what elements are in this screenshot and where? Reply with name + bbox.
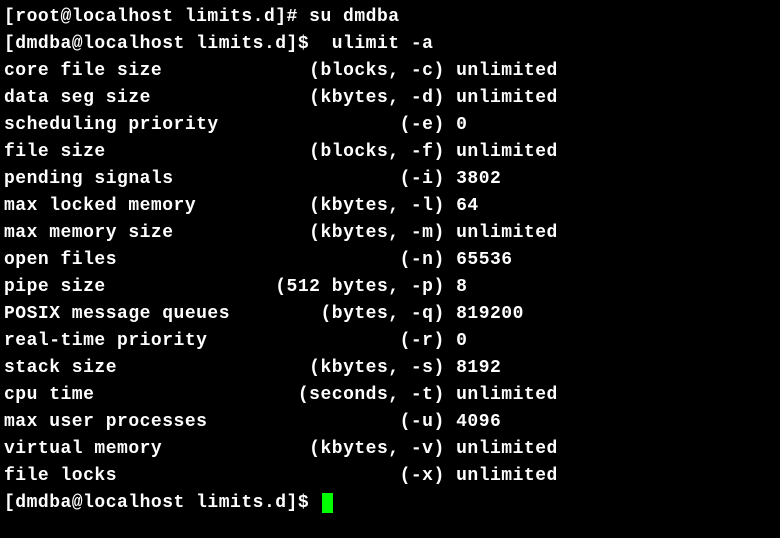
limit-value: 8 <box>456 277 467 297</box>
limit-spec: (512 bytes, -p) <box>230 277 445 297</box>
limit-row: scheduling priority (-e) 0 <box>4 112 776 139</box>
limit-value: 4096 <box>456 412 501 432</box>
limit-name: POSIX message queues <box>4 304 230 324</box>
cursor-icon <box>322 493 333 513</box>
limit-value: 0 <box>456 115 467 135</box>
limit-name: open files <box>4 250 230 270</box>
prompt-line-3[interactable]: [dmdba@localhost limits.d]$ <box>4 490 776 517</box>
limit-name: data seg size <box>4 88 230 108</box>
limit-spec: (kbytes, -l) <box>230 196 445 216</box>
limit-spec: (-r) <box>230 331 445 351</box>
limit-row: pipe size (512 bytes, -p) 8 <box>4 274 776 301</box>
prompt-3: [dmdba@localhost limits.d]$ <box>4 493 320 513</box>
limit-name: file locks <box>4 466 230 486</box>
prompt-2: [dmdba@localhost limits.d]$ ulimit -a <box>4 34 433 54</box>
limit-name: max memory size <box>4 223 230 243</box>
limit-name: stack size <box>4 358 230 378</box>
limit-row: real-time priority (-r) 0 <box>4 328 776 355</box>
limit-spec: (-n) <box>230 250 445 270</box>
limit-value: 3802 <box>456 169 501 189</box>
limit-name: file size <box>4 142 230 162</box>
limit-value: 819200 <box>456 304 524 324</box>
limit-row: file locks (-x) unlimited <box>4 463 776 490</box>
limit-row: virtual memory (kbytes, -v) unlimited <box>4 436 776 463</box>
limit-spec: (blocks, -c) <box>230 61 445 81</box>
limit-name: pipe size <box>4 277 230 297</box>
prompt-1: [root@localhost limits.d]# su dmdba <box>4 7 400 27</box>
limit-name: scheduling priority <box>4 115 230 135</box>
limit-name: cpu time <box>4 385 230 405</box>
limit-value: unlimited <box>456 439 558 459</box>
limit-name: core file size <box>4 61 230 81</box>
limit-value: 64 <box>456 196 479 216</box>
limit-spec: (seconds, -t) <box>230 385 445 405</box>
limit-value: unlimited <box>456 385 558 405</box>
limit-row: core file size (blocks, -c) unlimited <box>4 58 776 85</box>
limit-row: file size (blocks, -f) unlimited <box>4 139 776 166</box>
limit-value: unlimited <box>456 88 558 108</box>
limit-row: max user processes (-u) 4096 <box>4 409 776 436</box>
limit-spec: (kbytes, -v) <box>230 439 445 459</box>
limit-value: 65536 <box>456 250 513 270</box>
limit-value: 8192 <box>456 358 501 378</box>
limit-row: cpu time (seconds, -t) unlimited <box>4 382 776 409</box>
limit-spec: (bytes, -q) <box>230 304 445 324</box>
limit-value: 0 <box>456 331 467 351</box>
limit-value: unlimited <box>456 61 558 81</box>
limit-spec: (-i) <box>230 169 445 189</box>
limit-name: real-time priority <box>4 331 230 351</box>
limit-row: stack size (kbytes, -s) 8192 <box>4 355 776 382</box>
limit-row: POSIX message queues (bytes, -q) 819200 <box>4 301 776 328</box>
limit-name: virtual memory <box>4 439 230 459</box>
prompt-line-1: [root@localhost limits.d]# su dmdba <box>4 4 776 31</box>
limit-spec: (kbytes, -d) <box>230 88 445 108</box>
limit-spec: (-x) <box>230 466 445 486</box>
limit-name: max user processes <box>4 412 230 432</box>
limit-row: open files (-n) 65536 <box>4 247 776 274</box>
limit-spec: (blocks, -f) <box>230 142 445 162</box>
limit-value: unlimited <box>456 466 558 486</box>
limit-spec: (kbytes, -m) <box>230 223 445 243</box>
limit-name: pending signals <box>4 169 230 189</box>
limit-spec: (kbytes, -s) <box>230 358 445 378</box>
limit-row: pending signals (-i) 3802 <box>4 166 776 193</box>
prompt-line-2: [dmdba@localhost limits.d]$ ulimit -a <box>4 31 776 58</box>
limit-value: unlimited <box>456 142 558 162</box>
limit-row: data seg size (kbytes, -d) unlimited <box>4 85 776 112</box>
limit-spec: (-u) <box>230 412 445 432</box>
limit-name: max locked memory <box>4 196 230 216</box>
limit-row: max memory size (kbytes, -m) unlimited <box>4 220 776 247</box>
limit-row: max locked memory (kbytes, -l) 64 <box>4 193 776 220</box>
limit-spec: (-e) <box>230 115 445 135</box>
limit-value: unlimited <box>456 223 558 243</box>
